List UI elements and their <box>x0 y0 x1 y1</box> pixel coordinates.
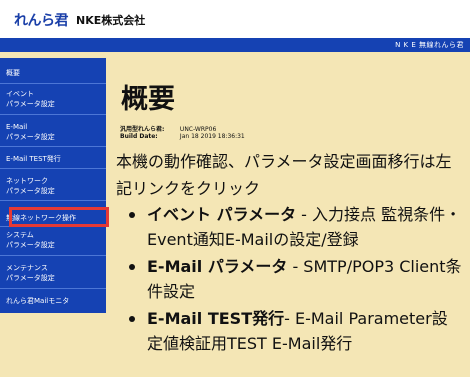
sidebar-item-label: パラメータ設定 <box>6 187 55 195</box>
renrakun-logo[interactable]: れんら君 <box>14 10 69 30</box>
sidebar-nav: 概要 イベント パラメータ設定 E-Mail パラメータ設定 E-Mail TE… <box>0 58 106 313</box>
sidebar-item-label: イベント <box>6 90 34 98</box>
sidebar-item-network-params[interactable]: ネットワーク パラメータ設定 <box>0 176 106 196</box>
sidebar-item-label: ネットワーク <box>6 177 48 185</box>
sidebar-divider <box>0 146 106 147</box>
banner-text: N K E 無線れんら君 <box>395 41 464 49</box>
build-info: Build Date: Jan 18 2019 18:36:31 <box>120 133 245 140</box>
sidebar-divider <box>0 168 106 169</box>
sidebar-divider <box>0 114 106 115</box>
sidebar-item-email-test[interactable]: E-Mail TEST発行 <box>0 154 106 164</box>
sidebar-item-label: システム <box>6 231 34 239</box>
sidebar-divider <box>0 255 106 256</box>
list-item: イベント パラメータ - 入力接点 監視条件・Event通知E-Mailの設定/… <box>123 202 463 252</box>
sidebar-item-event-params[interactable]: イベント パラメータ設定 <box>0 89 106 109</box>
top-header: れんら君 NKE株式会社 <box>0 0 470 38</box>
build-value: Jan 18 2019 18:36:31 <box>179 133 245 140</box>
sidebar-item-label: れんら君Mailモニタ <box>6 297 70 305</box>
selection-highlight <box>9 207 109 227</box>
feature-list: イベント パラメータ - 入力接点 監視条件・Event通知E-Mailの設定/… <box>123 202 463 358</box>
sidebar-item-label: パラメータ設定 <box>6 100 55 108</box>
sidebar-item-overview[interactable]: 概要 <box>0 68 106 78</box>
list-item: E-Mail TEST発行- E-Mail Parameter設定値検証用TES… <box>123 306 463 356</box>
sidebar-divider <box>0 83 106 84</box>
model-info: 汎用型れんら君: UNC-WRP06 <box>120 124 216 133</box>
email-test-link[interactable]: E-Mail TEST発行 <box>147 309 284 328</box>
intro-text: 本機の動作確認、パラメータ設定画面移行は左記リンクをクリック <box>116 152 452 198</box>
brand: れんら君 NKE株式会社 <box>14 10 146 30</box>
company-name: NKE株式会社 <box>76 14 146 27</box>
model-label: 汎用型れんら君: <box>120 126 165 133</box>
sidebar-divider <box>0 288 106 289</box>
sidebar-item-email-params[interactable]: E-Mail パラメータ設定 <box>0 122 106 142</box>
page-title: 概要 <box>121 84 175 115</box>
sidebar-item-label: E-Mail TEST発行 <box>6 155 61 163</box>
list-item: E-Mail パラメータ - SMTP/POP3 Client条件設定 <box>123 254 463 304</box>
sidebar-item-label: メンテナンス <box>6 264 48 272</box>
sidebar-item-label: 概要 <box>6 69 20 77</box>
sidebar-item-system-params[interactable]: システム パラメータ設定 <box>0 230 106 250</box>
main-content: 概要 汎用型れんら君: UNC-WRP06 Build Date: Jan 18… <box>113 52 470 377</box>
sidebar-item-mail-monitor[interactable]: れんら君Mailモニタ <box>0 296 106 306</box>
title-banner: N K E 無線れんら君 <box>0 38 470 52</box>
build-label: Build Date: <box>120 133 158 140</box>
sidebar-item-label: パラメータ設定 <box>6 133 55 141</box>
model-value: UNC-WRP06 <box>179 126 217 133</box>
sidebar-divider <box>0 200 106 201</box>
email-params-link[interactable]: E-Mail パラメータ <box>147 257 287 276</box>
sidebar-item-label: E-Mail <box>6 123 28 131</box>
sidebar-item-maintenance-params[interactable]: メンテナンス パラメータ設定 <box>0 263 106 283</box>
sidebar-item-label: パラメータ設定 <box>6 241 55 249</box>
sidebar-item-label: パラメータ設定 <box>6 274 55 282</box>
event-params-link[interactable]: イベント パラメータ <box>147 205 296 224</box>
